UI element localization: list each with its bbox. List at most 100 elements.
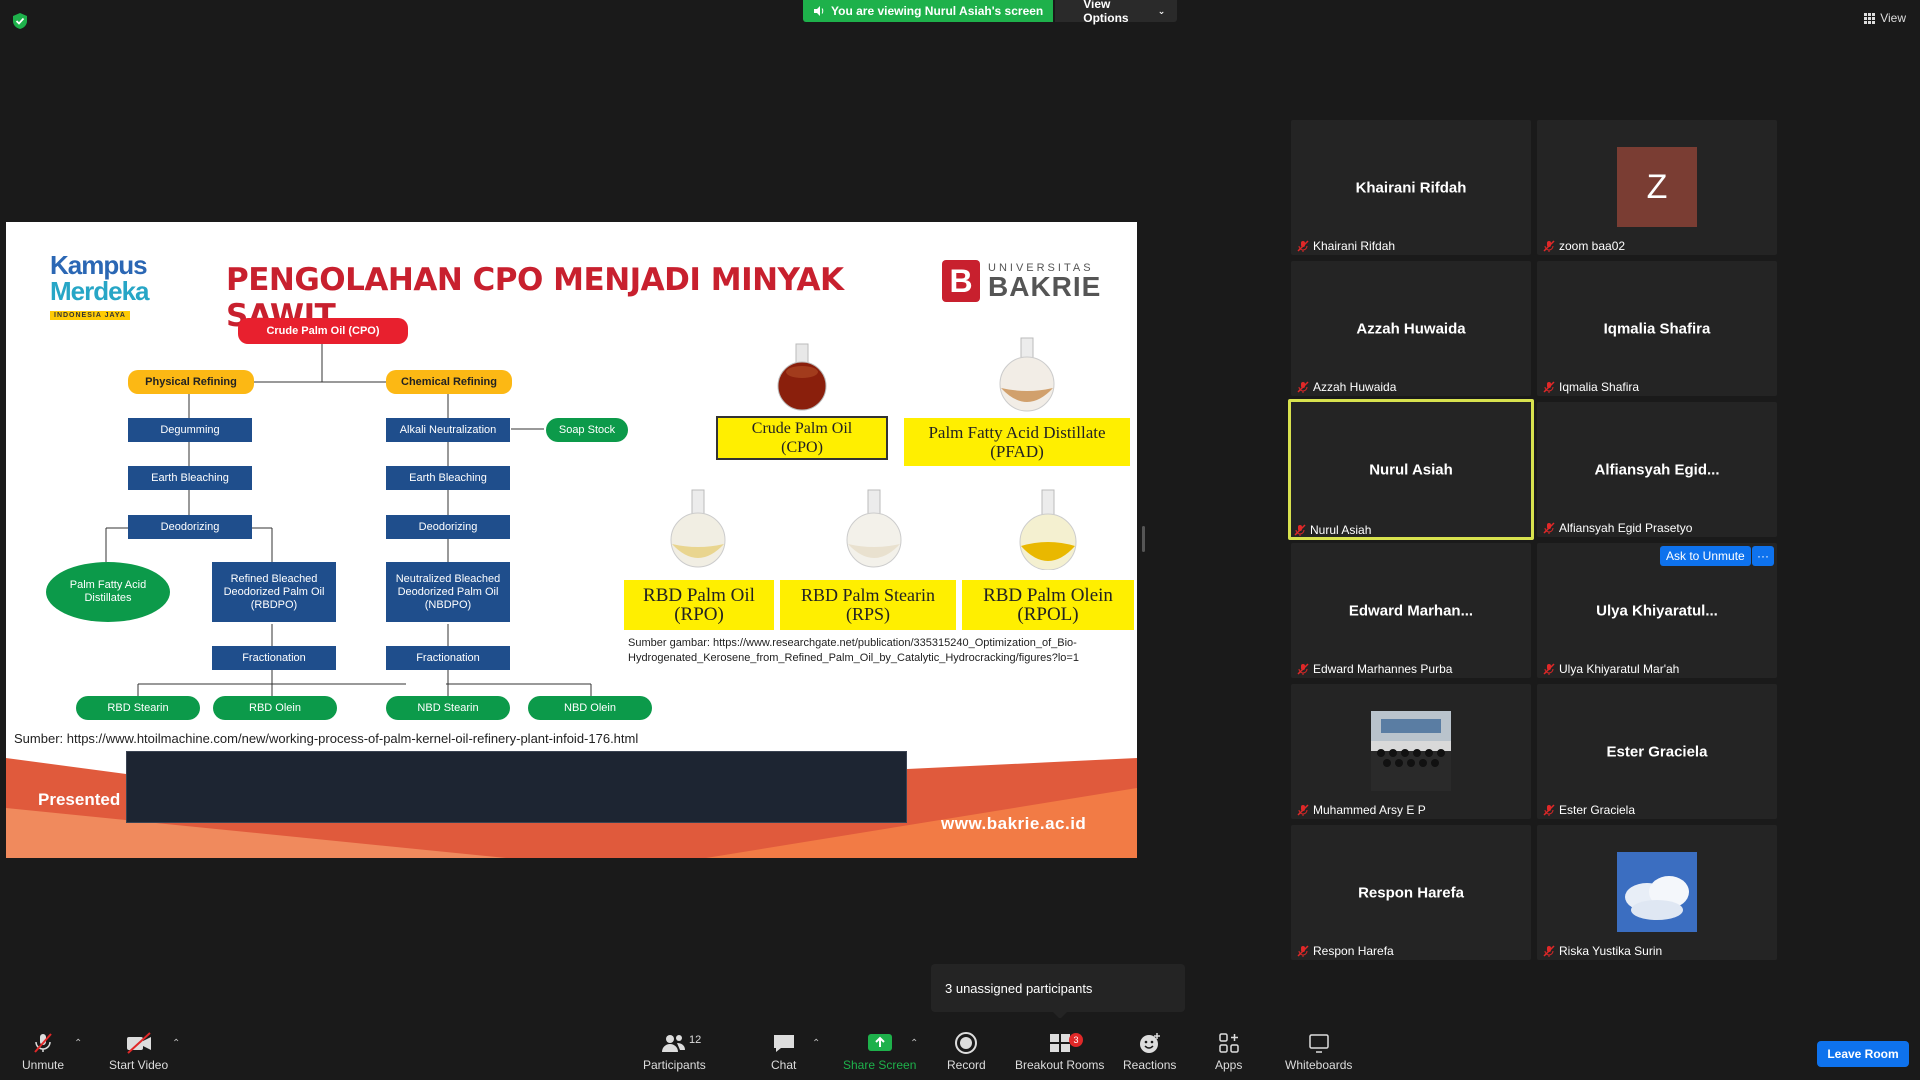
apps-button[interactable]: Apps	[1215, 1030, 1242, 1072]
product-rps: RBD Palm Stearin (RPS)	[780, 580, 956, 630]
chat-icon	[773, 1035, 794, 1052]
participant-label: Edward Marhannes Purba	[1297, 662, 1452, 676]
participant-tile[interactable]: Iqmalia Shafira Iqmalia Shafira	[1537, 261, 1777, 396]
flow-soap-stock: Soap Stock	[546, 418, 628, 442]
participant-name: Azzah Huwaida	[1313, 380, 1397, 394]
participant-label: Khairani Rifdah	[1297, 239, 1395, 253]
flow-deodorizing-2: Deodorizing	[386, 515, 510, 539]
dark-overlay-bar	[126, 751, 907, 823]
website-text: www.bakrie.ac.id	[941, 814, 1087, 833]
view-options-label: View Options	[1083, 0, 1129, 25]
security-shield-icon[interactable]	[12, 12, 28, 30]
record-icon	[955, 1032, 978, 1054]
participant-tile[interactable]: Edward Marhan... Edward Marhannes Purba	[1291, 543, 1531, 678]
participant-center-name: Azzah Huwaida	[1356, 320, 1466, 337]
participant-name: Ester Graciela	[1559, 803, 1636, 817]
flow-rbdpo: Refined Bleached Deodorized Palm Oil (RB…	[212, 562, 336, 622]
participant-name: Nurul Asiah	[1310, 523, 1372, 537]
product-cpo-abbr: (CPO)	[781, 439, 823, 456]
view-button[interactable]: View	[1864, 11, 1906, 25]
participant-tile[interactable]: Muhammed Arsy E P	[1291, 684, 1531, 819]
participants-icon	[662, 1035, 686, 1052]
gallery-resize-handle[interactable]	[1142, 526, 1145, 552]
video-options-caret[interactable]: ⌃	[172, 1038, 180, 1049]
more-options-button[interactable]: ···	[1752, 546, 1774, 566]
flow-degumming: Degumming	[128, 418, 252, 442]
product-rps-name: RBD Palm Stearin	[801, 585, 935, 605]
participant-name: Riska Yustika Surin	[1559, 944, 1663, 958]
flow-earth-bleaching-1: Earth Bleaching	[128, 466, 252, 490]
flow-nbdpo: Neutralized Bleached Deodorized Palm Oil…	[386, 562, 510, 622]
participant-label: Nurul Asiah	[1294, 523, 1371, 537]
participant-name: Edward Marhannes Purba	[1313, 662, 1453, 676]
start-video-button[interactable]: Start Video	[109, 1030, 168, 1072]
view-options-button[interactable]: View Options ⌄	[1055, 0, 1178, 25]
breakout-rooms-icon	[1049, 1034, 1070, 1052]
participant-label: Ester Graciela	[1543, 803, 1635, 817]
chat-options-caret[interactable]: ⌃	[812, 1038, 820, 1049]
view-label: View	[1880, 11, 1906, 25]
participant-label: Azzah Huwaida	[1297, 380, 1396, 394]
muted-mic-icon	[1297, 381, 1309, 393]
participant-center-name: Alfiansyah Egid...	[1594, 461, 1720, 478]
reactions-label: Reactions	[1123, 1058, 1177, 1072]
leave-room-button[interactable]: Leave Room	[1817, 1041, 1909, 1067]
product-rpol-name: RBD Palm Olein	[983, 585, 1113, 606]
reactions-button[interactable]: Reactions	[1123, 1030, 1176, 1072]
participant-name: Alfiansyah Egid Prasetyo	[1559, 521, 1693, 535]
participant-label: zoom baa02	[1543, 239, 1625, 253]
shared-screen-slide: Kampus Merdeka INDONESIA JAYA PENGOLAHAN…	[6, 222, 1137, 858]
flow-fractionation-1: Fractionation	[212, 646, 336, 670]
ask-to-unmute-button[interactable]: Ask to Unmute	[1660, 546, 1751, 566]
muted-mic-icon	[1297, 240, 1309, 252]
chevron-down-icon: ⌄	[1157, 5, 1166, 16]
participant-label: Ulya Khiyaratul Mar'ah	[1543, 662, 1679, 676]
participant-center-name: Edward Marhan...	[1348, 602, 1474, 619]
participant-tile[interactable]: Z zoom baa02	[1537, 120, 1777, 255]
participant-tile-active-speaker[interactable]: Nurul Asiah Nurul Asiah	[1288, 399, 1534, 540]
flow-cpo: Crude Palm Oil (CPO)	[238, 318, 408, 344]
viewing-banner-text: You are viewing Nurul Asiah's screen	[831, 4, 1044, 18]
chat-button[interactable]: Chat	[771, 1030, 796, 1072]
product-pfad-abbr: (PFAD)	[990, 442, 1044, 461]
share-screen-button[interactable]: Share Screen	[843, 1030, 916, 1072]
muted-mic-icon	[1543, 804, 1555, 816]
record-button[interactable]: Record	[947, 1030, 986, 1072]
whiteboards-button[interactable]: Whiteboards	[1285, 1030, 1352, 1072]
participant-center-name: Nurul Asiah	[1369, 461, 1453, 478]
product-rps-abbr: (RPS)	[845, 604, 890, 624]
muted-mic-icon	[1543, 240, 1555, 252]
participant-label: Muhammed Arsy E P	[1297, 803, 1426, 817]
unmute-button[interactable]: Unmute	[22, 1030, 64, 1072]
share-options-caret[interactable]: ⌃	[910, 1038, 918, 1049]
participant-tile[interactable]: Khairani Rifdah Khairani Rifdah	[1291, 120, 1531, 255]
product-cpo-name: Crude Palm Oil	[751, 420, 853, 437]
whiteboard-icon	[1308, 1034, 1329, 1053]
participant-tile[interactable]: Alfiansyah Egid... Alfiansyah Egid Prase…	[1537, 402, 1777, 537]
avatar: Z	[1617, 147, 1697, 227]
participant-tile[interactable]: Ester Graciela Ester Graciela	[1537, 684, 1777, 819]
participant-tile[interactable]: Azzah Huwaida Azzah Huwaida	[1291, 261, 1531, 396]
participant-tile[interactable]: Respon Harefa Respon Harefa	[1291, 825, 1531, 960]
unmute-label: Unmute	[22, 1058, 65, 1072]
flow-earth-bleaching-2: Earth Bleaching	[386, 466, 510, 490]
participant-name: Khairani Rifdah	[1313, 239, 1396, 253]
product-rpo: RBD Palm Oil (RPO)	[624, 580, 774, 630]
participant-name: zoom baa02	[1559, 239, 1626, 253]
chat-label: Chat	[771, 1058, 797, 1072]
source-text: Sumber: https://www.htoilmachine.com/new…	[14, 731, 639, 746]
participant-name: Iqmalia Shafira	[1559, 380, 1640, 394]
participant-label: Iqmalia Shafira	[1543, 380, 1639, 394]
flow-rbd-stearin: RBD Stearin	[76, 696, 200, 720]
participant-name: Muhammed Arsy E P	[1313, 803, 1426, 817]
breakout-rooms-button[interactable]: Breakout Rooms	[1015, 1030, 1104, 1072]
product-rpo-name: RBD Palm Oil	[643, 585, 755, 606]
participant-name: Ulya Khiyaratul Mar'ah	[1559, 662, 1680, 676]
flow-rbd-olein: RBD Olein	[213, 696, 337, 720]
audio-options-caret[interactable]: ⌃	[74, 1038, 82, 1049]
muted-mic-icon	[1297, 804, 1309, 816]
mic-muted-icon	[34, 1033, 52, 1053]
flask-pfad-icon	[999, 337, 1055, 412]
muted-mic-icon	[1543, 945, 1555, 957]
participant-tile[interactable]: Riska Yustika Surin	[1537, 825, 1777, 960]
